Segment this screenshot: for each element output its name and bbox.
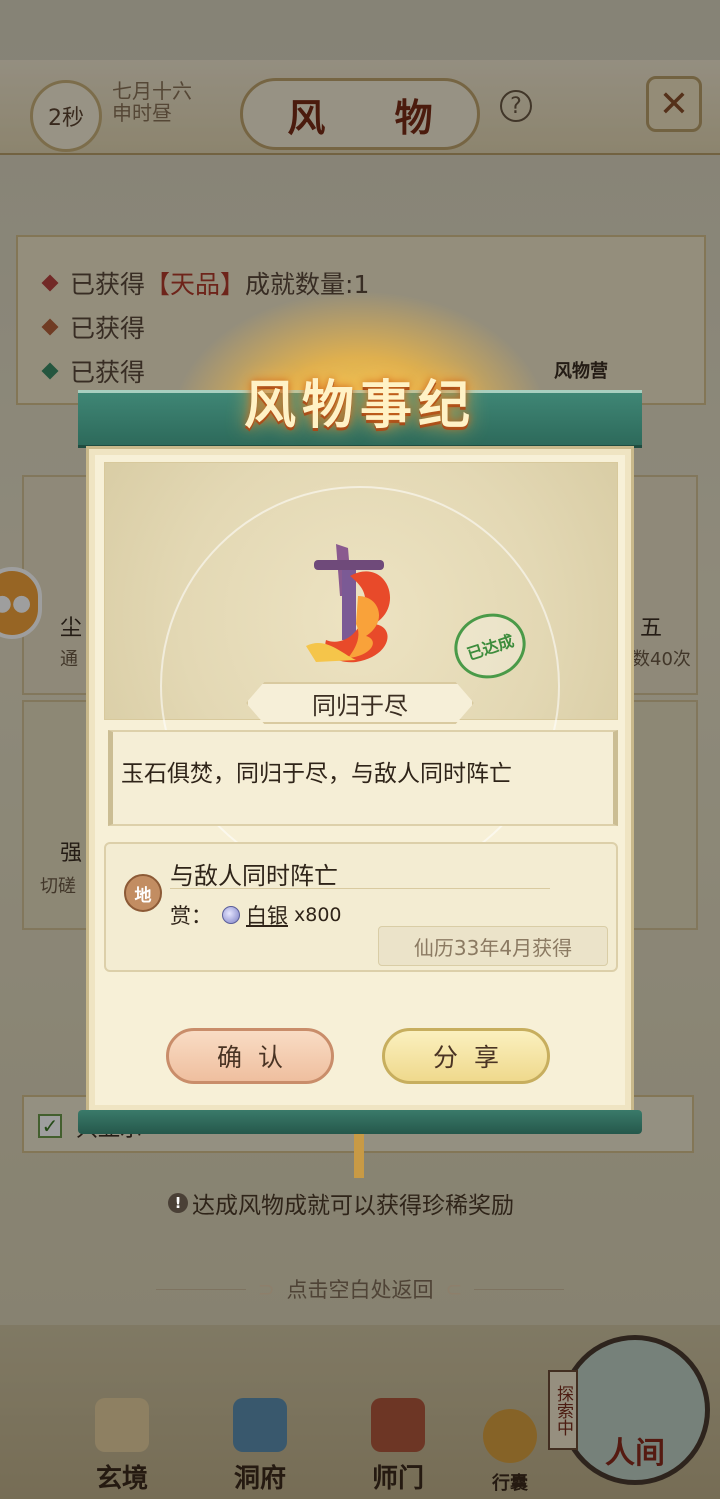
reward-prefix: 赏：: [170, 904, 212, 928]
reward-item-link[interactable]: 白银: [246, 900, 288, 930]
grade-badge: 地: [124, 874, 162, 912]
swirl-icon: ⊃: [257, 1277, 275, 1301]
obtained-date: 仙历33年4月获得: [378, 926, 608, 966]
sword-fire-icon: [306, 544, 391, 663]
description-box: 玉石俱焚，同归于尽，与敌人同时阵亡: [108, 730, 618, 826]
confirm-button[interactable]: 确认: [166, 1028, 334, 1084]
share-button[interactable]: 分享: [382, 1028, 550, 1084]
reward-divider: [170, 888, 550, 889]
achievement-name: 同归于尽: [246, 682, 474, 724]
hint-text: 达成风物成就可以获得珍稀奖励: [192, 1193, 514, 1219]
silver-coin-icon: [222, 906, 240, 924]
divider-line: [474, 1288, 565, 1290]
reward-line: 赏： 白银 x800: [170, 900, 342, 930]
reward-hint: ! 达成风物成就可以获得珍稀奖励: [168, 1186, 514, 1220]
tap-to-return[interactable]: ⊃ 点击空白处返回 ⊂: [120, 1274, 600, 1304]
tassel-icon: [354, 1134, 364, 1178]
divider-line: [155, 1288, 246, 1290]
scroll-bottom-roller: [78, 1110, 642, 1134]
reward-box: 地 与敌人同时阵亡 赏： 白银 x800 仙历33年4月获得: [104, 842, 618, 972]
modal-title: 风物事纪: [243, 374, 476, 436]
swirl-icon: ⊂: [445, 1277, 463, 1301]
reward-item-qty: x800: [294, 904, 342, 926]
tap-back-text: 点击空白处返回: [286, 1278, 434, 1302]
reward-title: 与敌人同时阵亡: [170, 862, 338, 890]
achievement-description: 玉石俱焚，同归于尽，与敌人同时阵亡: [121, 761, 512, 787]
exclamation-icon: !: [168, 1193, 188, 1213]
